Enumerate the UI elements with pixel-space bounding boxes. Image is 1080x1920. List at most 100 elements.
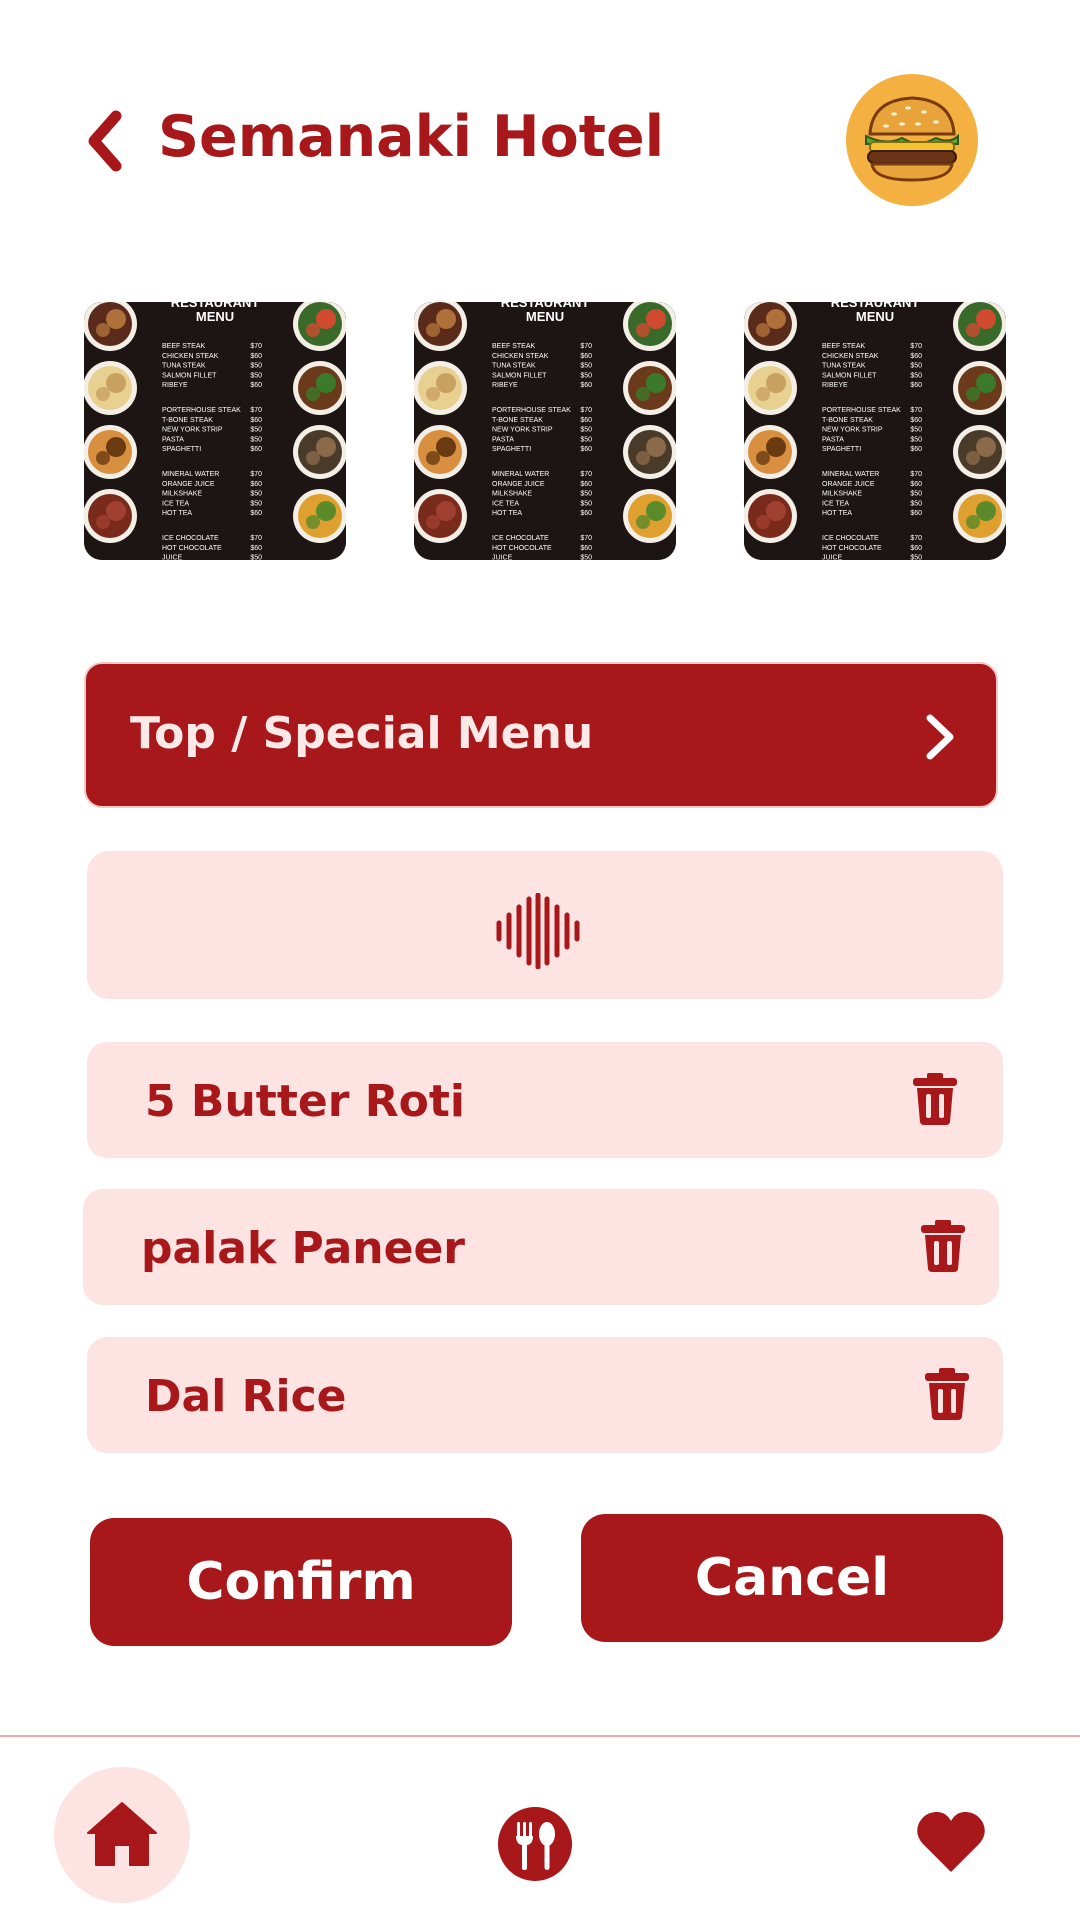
- menu-item-price: $50: [910, 500, 922, 507]
- menu-item-name: JUICE: [822, 555, 843, 560]
- menu-item-price: $70: [250, 407, 262, 414]
- special-menu-label: Top / Special Menu: [130, 708, 594, 759]
- back-button[interactable]: [82, 108, 132, 174]
- food-plate-image: [953, 489, 1006, 543]
- nav-home-button[interactable]: [54, 1767, 190, 1903]
- menu-item-price: $60: [250, 417, 262, 424]
- delete-item-button[interactable]: [923, 1367, 971, 1421]
- menu-image: RESTAURANTMENUBEEF STEAK $70CHICKEN STEAK…: [414, 302, 676, 560]
- menu-item-name: JUICE: [492, 555, 513, 560]
- confirm-button[interactable]: Confirm: [90, 1518, 512, 1646]
- nav-divider: [0, 1735, 1080, 1737]
- menu-item-name: RIBEYE: [492, 382, 518, 389]
- menu-item-name: JUICE: [162, 555, 183, 560]
- menu-item-name: PASTA: [492, 436, 514, 443]
- menu-item-price: $50: [910, 372, 922, 379]
- menu-image-3[interactable]: RESTAURANT MENU BEEF STEAK $70 CHICKEN STEAK…: [744, 302, 1006, 560]
- voice-input-button[interactable]: [87, 851, 1003, 999]
- menu-item-price: $70: [250, 343, 262, 350]
- menu-item-name: HOT TEA: [162, 510, 192, 517]
- menu-item-name: MINERAL WATER: [492, 471, 549, 478]
- food-plate-image: [953, 425, 1006, 479]
- menu-item-price: $50: [580, 555, 592, 560]
- menu-item-price: $50: [580, 427, 592, 434]
- menu-image: RESTAURANTMENUBEEF STEAK $70CHICKEN STEAK…: [84, 302, 346, 560]
- menu-item-price: $50: [250, 491, 262, 498]
- list-item: Dal Rice: [87, 1337, 1003, 1453]
- menu-item-price: $50: [580, 500, 592, 507]
- trash-icon: [913, 1073, 957, 1125]
- menu-image-2[interactable]: RESTAURANT MENU BEEF STEAK $70 CHICKEN STEAK…: [414, 302, 676, 560]
- menu-item-price: $60: [910, 545, 922, 552]
- order-item-label: 5 Butter Roti: [145, 1076, 465, 1127]
- menu-item-name: RIBEYE: [162, 382, 188, 389]
- trash-icon: [925, 1368, 969, 1420]
- menu-item-name: SPAGHETTI: [822, 446, 861, 453]
- menu-item-name: ICE CHOCOLATE: [162, 535, 219, 542]
- menu-item-price: $60: [580, 417, 592, 424]
- menu-heading: MENU: [856, 309, 894, 324]
- food-plate-image: [744, 361, 797, 415]
- menu-item-price: $50: [910, 555, 922, 560]
- menu-item-price: $60: [580, 481, 592, 488]
- menu-item-price: $50: [250, 427, 262, 434]
- menu-item-name: SALMON FILLET: [822, 372, 877, 379]
- menu-heading: MENU: [196, 309, 234, 324]
- menu-item-name: HOT CHOCOLATE: [162, 545, 222, 552]
- food-plate-image: [623, 425, 676, 479]
- avatar[interactable]: [846, 74, 978, 206]
- menu-item-price: $60: [580, 545, 592, 552]
- menu-item-price: $60: [580, 510, 592, 517]
- menu-item-name: MINERAL WATER: [822, 471, 879, 478]
- menu-item-name: CHICKEN STEAK: [162, 353, 219, 360]
- menu-item-price: $50: [250, 436, 262, 443]
- sound-wave-icon: [496, 893, 580, 969]
- menu-item-price: $50: [250, 500, 262, 507]
- cancel-button[interactable]: Cancel: [581, 1514, 1003, 1642]
- delete-item-button[interactable]: [919, 1219, 967, 1273]
- menu-item-price: $70: [250, 471, 262, 478]
- menu-item-name: T-BONE STEAK: [492, 417, 543, 424]
- menu-item-name: MILKSHAKE: [162, 491, 202, 498]
- menu-item-name: HOT TEA: [822, 510, 852, 517]
- menu-item-price: $60: [250, 382, 262, 389]
- food-plate-image: [84, 361, 137, 415]
- menu-item-name: ICE CHOCOLATE: [492, 535, 549, 542]
- confirm-label: Confirm: [186, 1552, 416, 1612]
- menu-item-price: $50: [250, 555, 262, 560]
- menu-item-price: $50: [250, 363, 262, 370]
- food-plate-image: [953, 361, 1006, 415]
- menu-image-1[interactable]: RESTAURANT MENU BEEF STEAK $70 CHICKEN STEAK…: [84, 302, 346, 560]
- menu-item-price: $50: [910, 427, 922, 434]
- menu-item-price: $70: [580, 535, 592, 542]
- menu-item-name: CHICKEN STEAK: [492, 353, 549, 360]
- menu-item-price: $50: [580, 436, 592, 443]
- food-plate-image: [293, 361, 346, 415]
- fork-spoon-icon[interactable]: [497, 1806, 573, 1882]
- menu-item-price: $70: [250, 535, 262, 542]
- heart-icon[interactable]: [916, 1810, 986, 1874]
- menu-item-name: ICE TEA: [492, 500, 519, 507]
- menu-item-price: $50: [910, 436, 922, 443]
- menu-item-price: $50: [580, 372, 592, 379]
- menu-item-price: $70: [580, 343, 592, 350]
- menu-item-name: HOT TEA: [492, 510, 522, 517]
- menu-item-price: $60: [580, 382, 592, 389]
- menu-item-price: $60: [910, 481, 922, 488]
- menu-item-price: $50: [580, 491, 592, 498]
- menu-item-name: RIBEYE: [822, 382, 848, 389]
- menu-item-price: $60: [580, 446, 592, 453]
- menu-item-name: MINERAL WATER: [162, 471, 219, 478]
- menu-item-price: $60: [910, 446, 922, 453]
- menu-item-name: ICE TEA: [822, 500, 849, 507]
- menu-item-name: NEW YORK STRIP: [822, 427, 883, 434]
- food-plate-image: [744, 425, 797, 479]
- menu-item-name: HOT CHOCOLATE: [492, 545, 552, 552]
- menu-item-name: TUNA STEAK: [492, 363, 536, 370]
- special-menu-button[interactable]: Top / Special Menu: [84, 662, 998, 808]
- menu-item-name: PORTERHOUSE STEAK: [162, 407, 241, 414]
- menu-item-name: TUNA STEAK: [822, 363, 866, 370]
- delete-item-button[interactable]: [911, 1072, 959, 1126]
- order-item-label: palak Paneer: [141, 1223, 466, 1274]
- menu-item-price: $50: [250, 372, 262, 379]
